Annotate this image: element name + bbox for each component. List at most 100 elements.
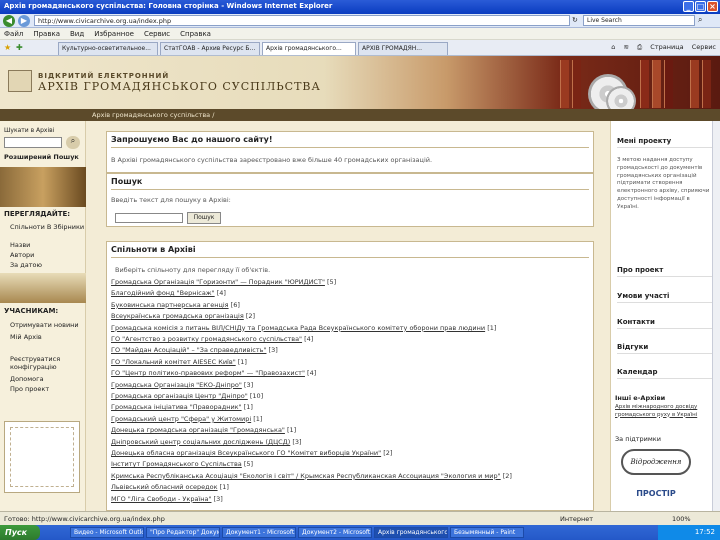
- window-title-bar: Архів громадянського суспільства: Головн…: [0, 0, 720, 14]
- breadcrumb[interactable]: Архів громадянського суспільства /: [0, 109, 720, 121]
- community-link[interactable]: ГО "Майдан Асоціацій" – "За справедливіс…: [111, 346, 266, 354]
- feeds-icon[interactable]: ≋: [623, 43, 628, 51]
- community-link[interactable]: Громадський центр "Сфера" у Житомирі: [111, 415, 251, 423]
- community-link[interactable]: Львівський обласний осередок: [111, 483, 218, 491]
- maximize-button[interactable]: □: [695, 1, 706, 12]
- live-search-input[interactable]: Live Search: [583, 15, 695, 26]
- taskbar-item[interactable]: "Про Редактор" Документ...: [146, 527, 220, 538]
- community-row: ГО "Локальний комітет AIESEC Київ" [1]: [111, 358, 247, 366]
- browse-titles-link[interactable]: Назви: [10, 241, 30, 249]
- vidrodzhennia-logo[interactable]: Відродження: [621, 449, 691, 475]
- left-sidebar: Шукати в Архіві ⌕ Розширений Пошук ПЕРЕГ…: [0, 121, 86, 511]
- community-link[interactable]: Громадська організація Центр "Дніпро": [111, 392, 248, 400]
- other-archives-link[interactable]: Архів міжнародного досвіду громадського …: [615, 404, 715, 419]
- supported-by-title: За підтримки: [615, 435, 661, 443]
- about-project-link[interactable]: Про проект: [10, 385, 49, 393]
- home-icon[interactable]: ⌂: [611, 43, 615, 51]
- register-link[interactable]: Реєструватися конфігурацію: [10, 355, 82, 371]
- tools-menu[interactable]: Сервис: [692, 43, 716, 51]
- refresh-icon[interactable]: ↻: [572, 16, 578, 24]
- community-link[interactable]: МГО "Ліга Свободи - Україна": [111, 495, 211, 503]
- security-zone: Интернет: [560, 515, 594, 523]
- community-link[interactable]: ГО "Агентство з розвитку громадянського …: [111, 335, 302, 343]
- community-row: Інститут Громадянського Суспільства [5]: [111, 460, 253, 468]
- community-count: [1]: [287, 426, 297, 435]
- tab-4[interactable]: АРХІВ ГРОМАДЯН...: [358, 42, 448, 55]
- menu-view[interactable]: Вид: [70, 30, 84, 38]
- zoom-level[interactable]: 100%: [672, 515, 691, 523]
- conditions-link[interactable]: Умови участі: [617, 292, 713, 303]
- favorites-star-icon[interactable]: ★: [4, 43, 11, 52]
- page-menu[interactable]: Страница: [650, 43, 683, 51]
- forward-button[interactable]: ▶: [18, 15, 30, 27]
- menu-favorites[interactable]: Избранное: [94, 30, 134, 38]
- minimize-button[interactable]: _: [683, 1, 694, 12]
- community-link[interactable]: Громадська ініціатива "Праворадник": [111, 403, 242, 411]
- community-link[interactable]: Буковинська партнерська агенція: [111, 301, 229, 309]
- browse-authors-link[interactable]: Автори: [10, 251, 34, 259]
- main-search-button[interactable]: Пошук: [187, 212, 221, 224]
- community-link[interactable]: Донецька обласна організація Всеукраїнсь…: [111, 449, 381, 457]
- calendar-link[interactable]: Календар: [617, 368, 713, 379]
- communities-title: Спільноти в Архіві: [111, 245, 196, 254]
- search-icon[interactable]: ⌕: [698, 15, 702, 25]
- sidebar-search-input[interactable]: [4, 137, 62, 148]
- browse-heading: ПЕРЕГЛЯДАЙТЕ:: [4, 210, 71, 218]
- menu-help[interactable]: Справка: [180, 30, 211, 38]
- taskbar-item[interactable]: Безымянный - Paint: [450, 527, 524, 538]
- tab-3[interactable]: Архів громадянського...: [262, 42, 356, 55]
- community-count: [3]: [243, 380, 254, 389]
- start-button[interactable]: Пуск: [0, 525, 40, 540]
- vertical-scrollbar[interactable]: [712, 121, 720, 511]
- contacts-link[interactable]: Контакти: [617, 318, 713, 329]
- tab-2[interactable]: СтатГОАВ - Архив Ресурс Б...: [160, 42, 260, 55]
- community-count: [4]: [216, 289, 226, 298]
- taskbar-item[interactable]: Документ1 - Microsoft...: [222, 527, 296, 538]
- banner-subtitle: ВІДКРИТИЙ ЕЛЕКТРОННИЙ: [38, 72, 170, 80]
- menu-edit[interactable]: Правка: [33, 30, 60, 38]
- advanced-search-link[interactable]: Розширений Пошук: [4, 153, 79, 161]
- subscribe-news-link[interactable]: Отримувати новини: [10, 321, 79, 329]
- browse-date-link[interactable]: За датою: [10, 261, 42, 269]
- community-link[interactable]: Інститут Громадянського Суспільства: [111, 460, 242, 468]
- community-link[interactable]: Кримська Республіканська Асоціація "Екол…: [111, 472, 501, 480]
- welcome-panel: Запрошуємо Вас до нашого сайту! В Архіві…: [106, 131, 594, 173]
- community-link[interactable]: Громадська Організація "ЕКО-Дніпро": [111, 381, 242, 389]
- help-link[interactable]: Допомога: [10, 375, 44, 383]
- community-link[interactable]: Дніпровський центр соціальних досліджень…: [111, 438, 290, 446]
- about-link[interactable]: Про проект: [617, 266, 713, 277]
- taskbar-item[interactable]: Документ2 - Microsoft...: [298, 527, 372, 538]
- community-link[interactable]: ГО "Локальний комітет AIESEC Київ": [111, 358, 236, 366]
- community-count: [5]: [243, 460, 254, 469]
- add-favorite-icon[interactable]: ✚: [16, 43, 23, 52]
- community-row: Буковинська партнерська агенція [6]: [111, 301, 240, 309]
- address-input[interactable]: http://www.civicarchive.org.ua/index.php: [34, 15, 570, 26]
- main-search-input[interactable]: [115, 213, 183, 223]
- community-link[interactable]: Всеукраїнська громадська організація: [111, 312, 244, 320]
- community-link[interactable]: ГО "Центр політико-правових реформ" — "П…: [111, 369, 305, 377]
- sidebar-search-icon[interactable]: ⌕: [66, 136, 80, 149]
- right-sidebar: Мені проекту З метою надання доступу гро…: [610, 121, 720, 511]
- prostir-logo[interactable]: ПРОСТІР: [621, 483, 691, 505]
- community-link[interactable]: Громадська Організація "Горизонти" — Пор…: [111, 278, 325, 286]
- menu-tools[interactable]: Сервис: [144, 30, 170, 38]
- browse-communities-link[interactable]: Спільноти В Збірники: [10, 223, 84, 231]
- taskbar-item[interactable]: Архів громадянського...: [374, 527, 448, 538]
- tab-1[interactable]: Культурно-осветительное...: [58, 42, 158, 55]
- back-button[interactable]: ◀: [3, 15, 15, 27]
- taskbar-item[interactable]: Видео - Microsoft Outlook: [70, 527, 144, 538]
- community-link[interactable]: Благодійний фонд "Вернісаж": [111, 289, 215, 297]
- tab-bar: ★ ✚ Культурно-осветительное... СтатГОАВ …: [0, 40, 720, 56]
- menu-bar: Файл Правка Вид Избранное Сервис Справка: [0, 28, 720, 40]
- menu-file[interactable]: Файл: [4, 30, 23, 38]
- my-archive-link[interactable]: Мій Архів: [10, 333, 42, 341]
- window-title: Архів громадянського суспільства: Головн…: [4, 2, 333, 10]
- feedback-link[interactable]: Відгуки: [617, 343, 713, 354]
- book-image: [664, 60, 673, 108]
- print-icon[interactable]: ⎙: [637, 43, 642, 51]
- project-news-title: Мені проекту: [617, 137, 713, 148]
- site-banner: ВІДКРИТИЙ ЕЛЕКТРОННИЙ АРХІВ ГРОМАДЯНСЬКО…: [0, 56, 720, 116]
- close-button[interactable]: ×: [707, 1, 718, 12]
- community-link[interactable]: Громадська комісія з питань ВІЛ/СНІДу та…: [111, 324, 485, 332]
- community-link[interactable]: Донецька громадська організація "Громадя…: [111, 426, 285, 434]
